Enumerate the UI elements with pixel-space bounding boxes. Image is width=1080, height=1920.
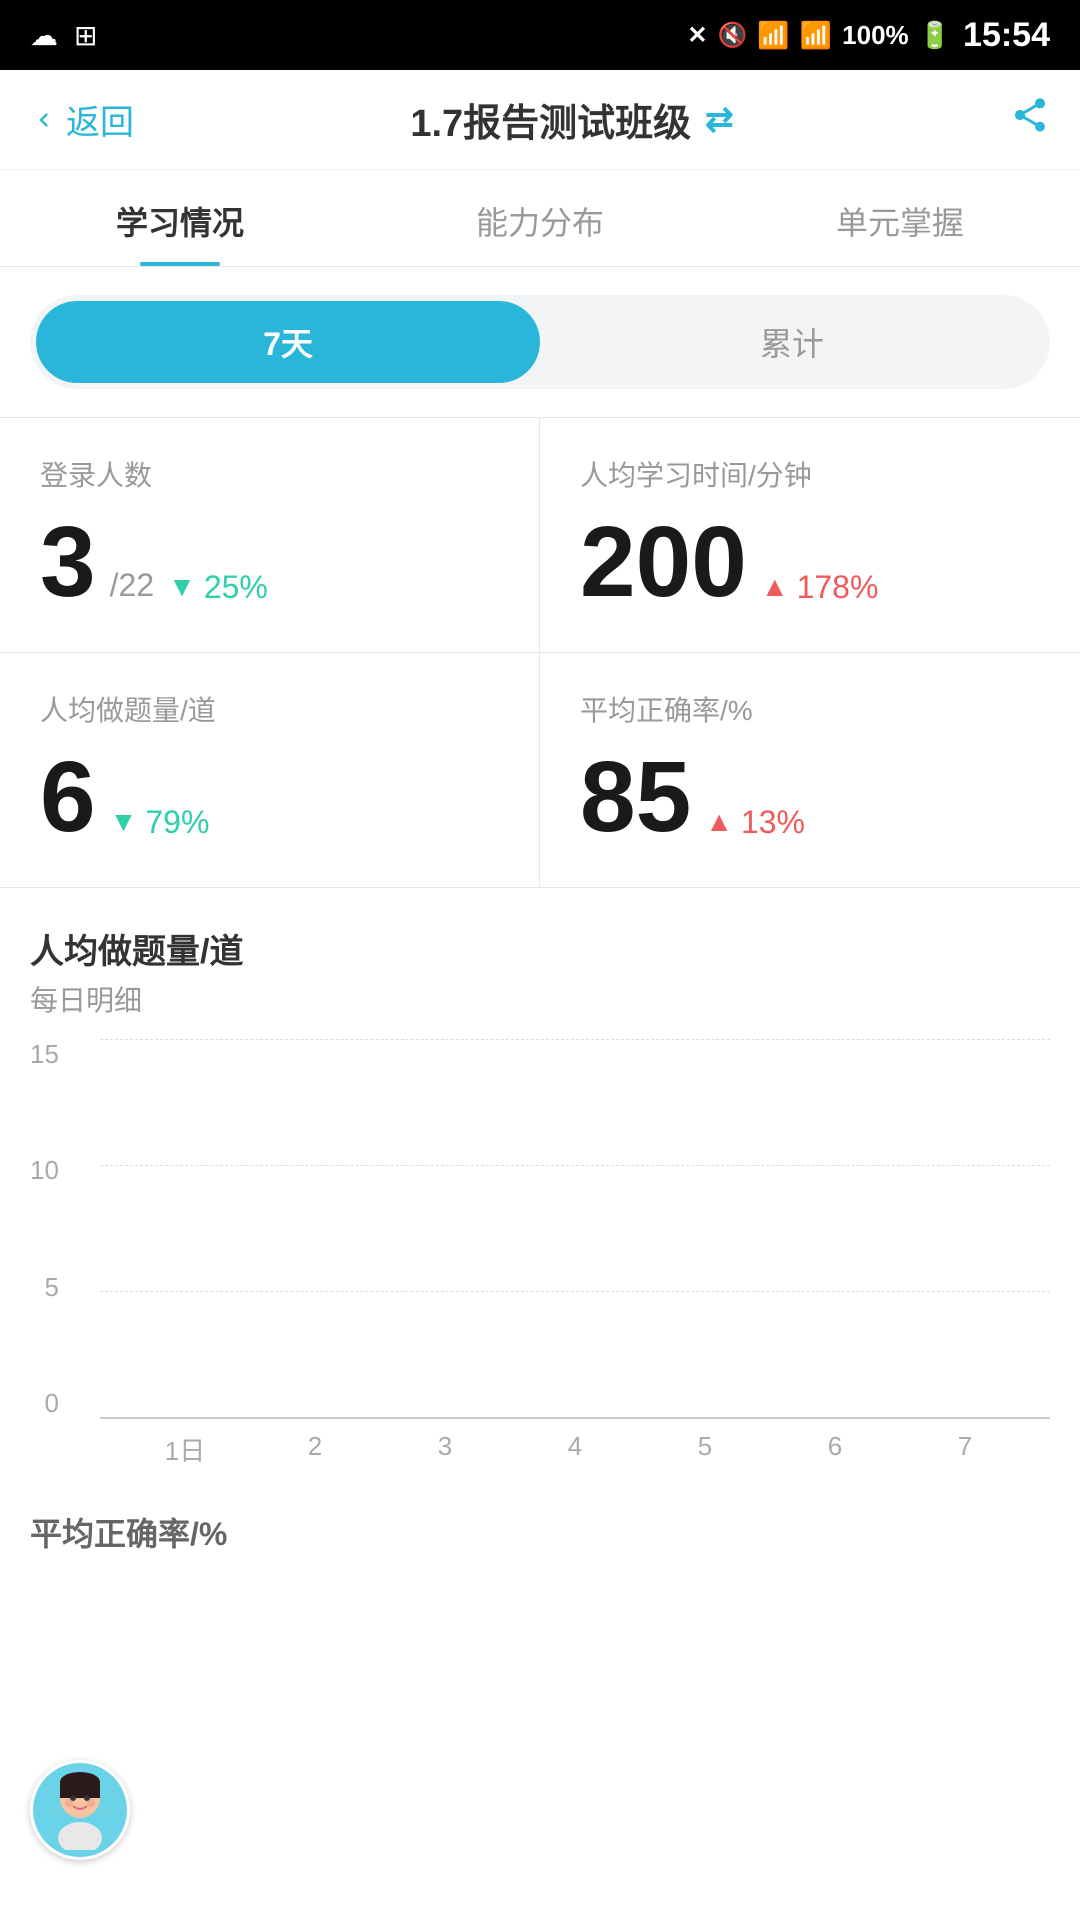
chart-bars	[100, 1039, 1050, 1417]
x-label-4: 4	[510, 1431, 640, 1468]
y-label-15: 15	[30, 1039, 59, 1070]
x-label-2: 2	[250, 1431, 380, 1468]
x-label-3: 3	[380, 1431, 510, 1468]
tab-bar: 学习情况 能力分布 单元掌握	[0, 170, 1080, 267]
stat-login-count: 登录人数 3 /22 ▼ 25%	[0, 418, 540, 652]
stat-questions-main: 6	[40, 747, 96, 847]
stat-time-main: 200	[580, 512, 747, 612]
avatar[interactable]	[30, 1760, 130, 1860]
down-arrow-icon: ▼	[168, 571, 196, 603]
up-arrow-icon: ▲	[761, 571, 789, 603]
tab-unit[interactable]: 单元掌握	[720, 170, 1080, 266]
header: 返回 1.7报告测试班级 ⇄	[0, 70, 1080, 170]
x-label-1: 1日	[120, 1431, 250, 1468]
stats-grid: 登录人数 3 /22 ▼ 25% 人均学习时间/分钟 200 ▲ 178% 人均…	[0, 417, 1080, 888]
stat-avg-questions: 人均做题量/道 6 ▼ 79%	[0, 652, 540, 887]
stat-avg-accuracy: 平均正确率/% 85 ▲ 13%	[540, 652, 1080, 887]
battery-icon: 🔋	[919, 20, 951, 51]
period-toggle: 7天 累计	[30, 295, 1050, 389]
status-icons: ✕ 🔇 📶 📶 100% 🔋	[687, 20, 951, 51]
tab-study[interactable]: 学习情况	[0, 170, 360, 266]
tab-ability[interactable]: 能力分布	[360, 170, 720, 266]
x-label-7: 7	[900, 1431, 1030, 1468]
status-left: ☁ ⊞	[30, 19, 97, 52]
volume-icon: 🔇	[718, 21, 748, 50]
down-arrow-icon2: ▼	[110, 806, 138, 838]
status-right: ✕ 🔇 📶 📶 100% 🔋 15:54	[687, 16, 1050, 55]
avatar-image	[40, 1770, 120, 1850]
signal-icon: 📶	[800, 20, 832, 51]
chart-x-labels: 1日 2 3 4 5 6 7	[100, 1419, 1050, 1468]
y-label-0: 0	[44, 1388, 58, 1419]
stat-login-change: ▼ 25%	[168, 569, 268, 606]
stat-questions-label: 人均做题量/道	[40, 689, 499, 729]
share-button[interactable]	[1010, 95, 1050, 144]
y-label-5: 5	[44, 1272, 58, 1303]
chart-container: 15 10 5 0	[30, 1039, 1050, 1479]
status-bar: ☁ ⊞ ✕ 🔇 📶 📶 100% 🔋 15:54	[0, 0, 1080, 70]
stat-questions-change: ▼ 79%	[110, 804, 210, 841]
chart-title: 人均做题量/道	[30, 924, 1050, 973]
back-icon	[30, 106, 58, 134]
bottom-section-label: 平均正确率/%	[0, 1479, 1080, 1555]
bluetooth-icon: ✕	[687, 21, 707, 50]
period-cumulative-button[interactable]: 累计	[540, 301, 1044, 383]
wifi-icon: 📶	[757, 20, 789, 51]
x-label-5: 5	[640, 1431, 770, 1468]
share-icon	[1010, 95, 1050, 135]
stat-time-label: 人均学习时间/分钟	[580, 454, 1040, 494]
stat-login-values: 3 /22 ▼ 25%	[40, 512, 499, 612]
x-label-6: 6	[770, 1431, 900, 1468]
back-button[interactable]: 返回	[30, 95, 134, 144]
shuffle-icon[interactable]: ⇄	[705, 100, 734, 140]
stat-questions-values: 6 ▼ 79%	[40, 747, 499, 847]
weather-icon: ☁	[30, 19, 58, 52]
y-label-10: 10	[30, 1155, 59, 1186]
page-title: 1.7报告测试班级 ⇄	[410, 92, 733, 147]
period-7days-button[interactable]: 7天	[36, 301, 540, 383]
stat-accuracy-main: 85	[580, 747, 691, 847]
stat-login-sub: /22	[110, 567, 154, 604]
chart-subtitle: 每日明细	[30, 979, 1050, 1019]
stat-accuracy-values: 85 ▲ 13%	[580, 747, 1040, 847]
stat-study-time: 人均学习时间/分钟 200 ▲ 178%	[540, 418, 1080, 652]
time-display: 15:54	[963, 16, 1050, 55]
stat-login-main: 3	[40, 512, 96, 612]
stat-time-values: 200 ▲ 178%	[580, 512, 1040, 612]
up-arrow-icon2: ▲	[705, 806, 733, 838]
image-icon: ⊞	[74, 19, 97, 52]
stat-accuracy-label: 平均正确率/%	[580, 689, 1040, 729]
battery-label: 100%	[842, 20, 909, 51]
chart-plot	[100, 1039, 1050, 1419]
chart-y-axis: 15 10 5 0	[30, 1039, 73, 1419]
stat-login-label: 登录人数	[40, 454, 499, 494]
stat-time-change: ▲ 178%	[761, 569, 879, 606]
chart-section: 人均做题量/道 每日明细 15 10 5 0	[0, 888, 1080, 1479]
back-label: 返回	[66, 95, 134, 144]
stat-accuracy-change: ▲ 13%	[705, 804, 805, 841]
